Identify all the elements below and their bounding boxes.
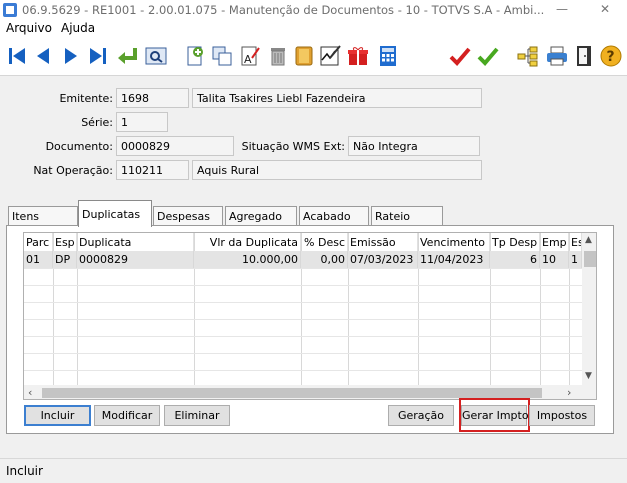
column-header-desc[interactable]: % Desc <box>301 233 348 251</box>
column-header-tp-desp[interactable]: Tp Desp <box>490 233 540 251</box>
search-icon[interactable] <box>144 44 168 68</box>
calculator-icon[interactable] <box>376 44 400 68</box>
vertical-scrollbar[interactable]: ▲ ▼ <box>582 233 596 385</box>
emitente-name-field[interactable]: Talita Tsakires Liebl Fazendeira <box>192 88 482 108</box>
incluir-button[interactable]: Incluir <box>24 405 91 426</box>
grid-line <box>24 302 584 303</box>
scroll-down-icon[interactable]: ▼ <box>585 371 592 381</box>
grid-line <box>24 268 584 269</box>
column-header-parc[interactable]: Parc <box>24 233 53 251</box>
modificar-button[interactable]: Modificar <box>94 405 160 426</box>
previous-record-icon[interactable] <box>31 44 55 68</box>
grid-line <box>24 336 584 337</box>
situacao-wms-field[interactable]: Não Integra <box>348 136 480 156</box>
documento-label: Documento: <box>45 140 113 153</box>
cell-es: 1 <box>569 251 582 268</box>
nat-operacao-label: Nat Operação: <box>33 164 113 177</box>
tab-duplicatas[interactable]: Duplicatas <box>78 200 152 227</box>
cell-vencimento: 11/04/2023 <box>418 251 490 268</box>
minimize-icon[interactable]: — <box>542 0 582 20</box>
status-bar: Incluir <box>0 458 627 483</box>
column-header-es[interactable]: Es <box>569 233 582 251</box>
cancel-icon[interactable] <box>292 44 316 68</box>
cell-duplicata: 0000829 <box>77 251 194 268</box>
scroll-left-icon[interactable]: ‹ <box>28 386 32 399</box>
first-record-icon[interactable] <box>5 44 29 68</box>
confirm-icon[interactable] <box>448 44 472 68</box>
menu-bar: Arquivo Ajuda <box>0 20 627 38</box>
nat-operacao-code-field[interactable]: 110211 <box>116 160 189 180</box>
scrollbar-thumb[interactable] <box>584 251 596 267</box>
scroll-right-icon[interactable]: › <box>567 386 571 399</box>
grid-line <box>24 353 584 354</box>
svg-text:A: A <box>244 53 252 66</box>
svg-text:?: ? <box>607 49 615 65</box>
next-record-icon[interactable] <box>59 44 83 68</box>
last-record-icon[interactable] <box>86 44 110 68</box>
edit-icon[interactable]: A <box>238 44 262 68</box>
tab-despesas[interactable]: Despesas <box>153 206 223 226</box>
column-header-emissao[interactable]: Emissão <box>348 233 418 251</box>
tree-icon[interactable] <box>516 44 540 68</box>
copy-icon[interactable] <box>210 44 234 68</box>
cell-vlr-duplicata: 10.000,00 <box>194 251 301 268</box>
serie-label: Série: <box>81 116 113 129</box>
scroll-up-icon[interactable]: ▲ <box>585 235 592 245</box>
tab-agregado[interactable]: Agregado <box>225 206 297 226</box>
toolbar: A ? <box>0 38 627 76</box>
cell-emp: 10 <box>540 251 569 268</box>
nat-operacao-name-field[interactable]: Aquis Rural <box>192 160 482 180</box>
menu-ajuda[interactable]: Ajuda <box>61 21 95 35</box>
cell-emissao: 07/03/2023 <box>348 251 418 268</box>
geracao-button[interactable]: Geração <box>388 405 454 426</box>
column-header-vencimento[interactable]: Vencimento <box>418 233 490 251</box>
title-bar: 06.9.5629 - RE1001 - 2.00.01.075 - Manut… <box>0 0 627 20</box>
emitente-code-field[interactable]: 1698 <box>116 88 189 108</box>
eliminar-button[interactable]: Eliminar <box>164 405 230 426</box>
cell-desc: 0,00 <box>301 251 348 268</box>
documento-field[interactable]: 0000829 <box>116 136 234 156</box>
situacao-wms-label: Situação WMS Ext: <box>241 140 345 153</box>
close-icon[interactable]: ✕ <box>585 0 625 20</box>
delete-icon[interactable] <box>266 44 290 68</box>
column-header-vlr-duplicata[interactable]: Vlr da Duplicata <box>194 233 301 251</box>
menu-arquivo[interactable]: Arquivo <box>6 21 52 35</box>
cell-parc: 01 <box>24 251 53 268</box>
go-to-icon[interactable] <box>115 44 139 68</box>
table-row[interactable]: 01 DP 0000829 10.000,00 0,00 07/03/2023 … <box>24 251 582 268</box>
tab-itens[interactable]: Itens <box>8 206 78 226</box>
print-icon[interactable] <box>545 44 569 68</box>
ok-icon[interactable] <box>476 44 500 68</box>
gerar-impto-button[interactable]: Gerar Impto <box>461 405 529 426</box>
new-icon[interactable] <box>183 44 207 68</box>
duplicatas-grid[interactable]: Parc Esp Duplicata Vlr da Duplicata % De… <box>23 232 597 400</box>
cell-esp: DP <box>53 251 77 268</box>
sign-icon[interactable] <box>318 44 342 68</box>
grid-line <box>24 319 584 320</box>
cell-tp-desp: 6 <box>490 251 540 268</box>
gift-icon[interactable] <box>346 44 370 68</box>
grid-line <box>24 285 584 286</box>
scrollbar-thumb[interactable] <box>42 388 542 398</box>
tab-rateio[interactable]: Rateio <box>371 206 443 226</box>
column-header-esp[interactable]: Esp <box>53 233 77 251</box>
impostos-button[interactable]: Impostos <box>529 405 595 426</box>
window-title: 06.9.5629 - RE1001 - 2.00.01.075 - Manut… <box>22 3 545 17</box>
grid-line <box>24 370 584 371</box>
app-icon <box>2 2 18 18</box>
column-header-emp[interactable]: Emp <box>540 233 569 251</box>
help-icon[interactable]: ? <box>599 44 623 68</box>
exit-icon[interactable] <box>572 44 596 68</box>
emitente-label: Emitente: <box>59 92 113 105</box>
column-header-duplicata[interactable]: Duplicata <box>77 233 194 251</box>
tab-acabado[interactable]: Acabado <box>299 206 369 226</box>
serie-field[interactable]: 1 <box>116 112 168 132</box>
